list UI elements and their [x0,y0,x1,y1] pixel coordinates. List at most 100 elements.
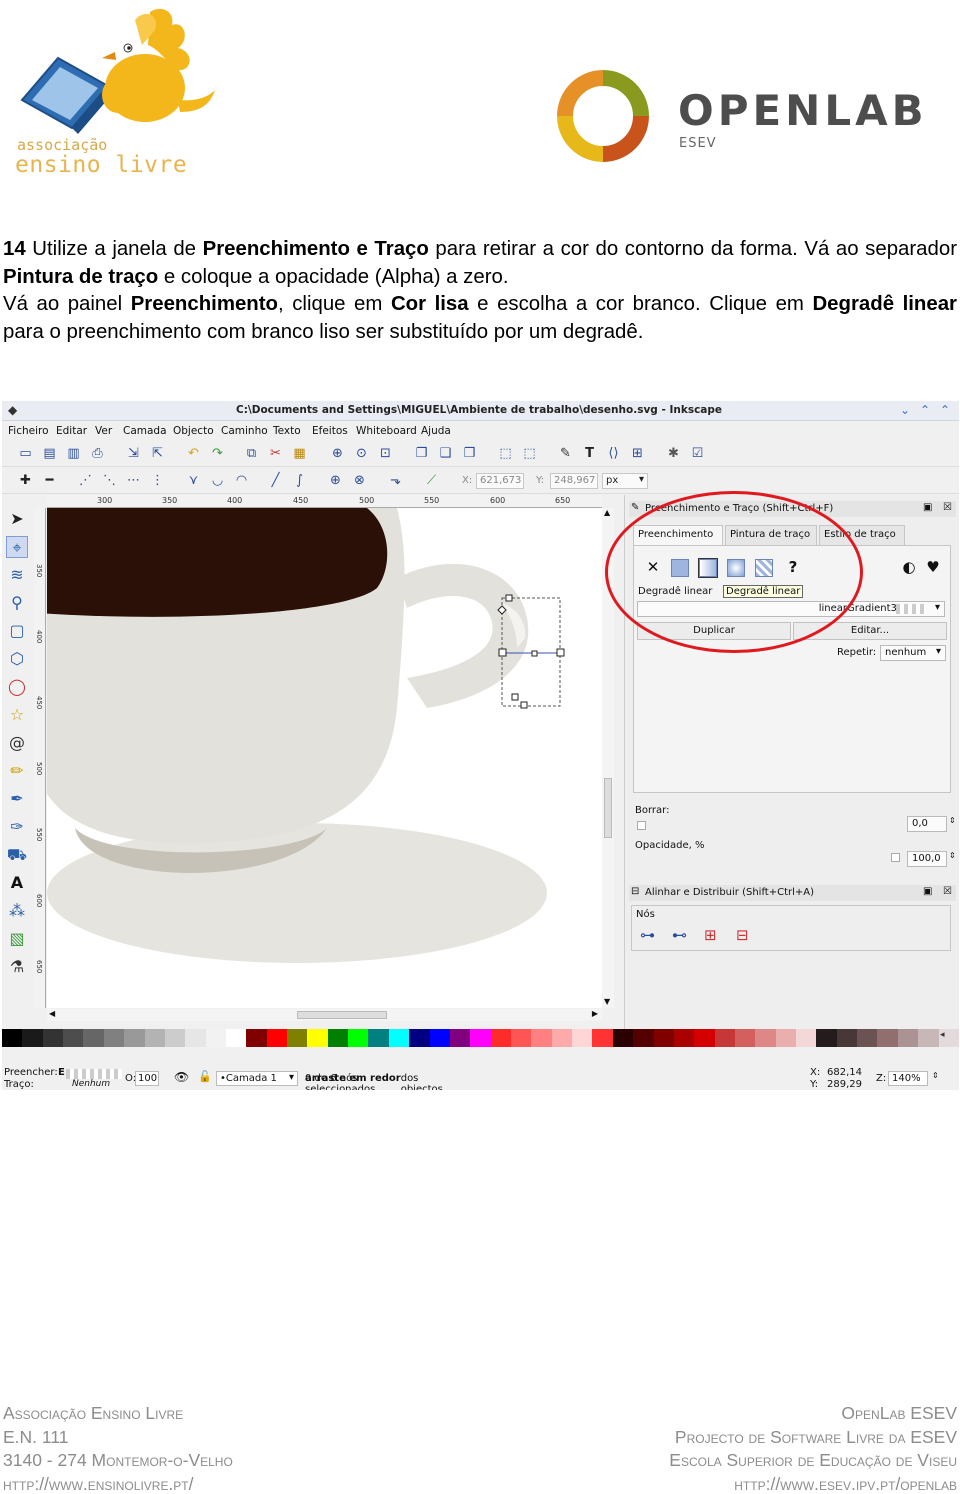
cup-handle-shape[interactable] [397,563,529,708]
preferences-icon[interactable]: ✱ [666,447,681,461]
align-nodes-horizontal-icon[interactable]: ⊶ [640,926,655,944]
dialog-collapse-icon[interactable]: ▣ [923,886,932,897]
palette-swatch[interactable] [185,1029,206,1047]
join-nodes-icon[interactable]: ⋰ [78,474,93,488]
palette-swatch[interactable] [531,1029,552,1047]
menu-ficheiro[interactable]: Ficheiro [8,425,49,437]
insert-node-icon[interactable]: ✚ [18,474,33,488]
break-path-icon[interactable]: ⋱ [102,474,117,488]
zoom-drawing-icon[interactable]: ⊙ [354,447,369,461]
palette-swatch[interactable] [470,1029,491,1047]
zoom-page-icon[interactable]: ⊡ [378,447,393,461]
fill-swatch[interactable] [66,1069,122,1079]
palette-swatch[interactable] [287,1029,308,1047]
calligraphy-tool-icon[interactable]: ✑ [6,816,28,838]
menu-efeitos[interactable]: Efeitos [312,425,348,437]
node-handle[interactable] [511,693,519,701]
palette-swatch[interactable] [327,1029,349,1047]
delete-node-icon[interactable]: ━ [42,474,57,488]
blur-field[interactable]: 0,0 [907,816,947,832]
palette-swatch[interactable] [2,1029,23,1047]
export-icon[interactable]: ⇱ [150,447,165,461]
gradient-mid-handle[interactable] [531,650,538,657]
color-palette[interactable] [2,1029,959,1047]
3d-box-tool-icon[interactable]: ⬡ [6,648,28,670]
spiral-tool-icon[interactable]: @ [6,732,28,754]
fill-rule-nonzero-icon[interactable]: ♥ [923,557,943,577]
opacity-status-field[interactable]: 100 [135,1071,159,1086]
palette-swatch[interactable] [734,1029,756,1047]
palette-swatch[interactable] [144,1029,165,1047]
next-path-effect-icon[interactable]: ⬎ [388,474,403,488]
copy-icon[interactable]: ⧉ [244,447,259,461]
tweak-tool-icon[interactable]: ≋ [6,564,28,586]
palette-swatch[interactable] [897,1029,919,1047]
pen-tool-icon[interactable]: ✒ [6,788,28,810]
distribute-nodes-vertical-icon[interactable]: ⊟ [736,926,749,944]
layer-select[interactable]: •Camada 1 ▾ [216,1071,298,1086]
palette-swatch[interactable] [714,1029,735,1047]
opacity-field[interactable]: 100,0 [907,851,947,867]
ungroup-icon[interactable]: ⬚ [522,447,537,461]
scroll-down-icon[interactable]: ▼ [604,997,610,1006]
node-handle[interactable] [505,594,513,602]
xml-editor-icon[interactable]: ⟨⟩ [606,447,621,461]
palette-swatch[interactable] [653,1029,674,1047]
stroke-indicator-value[interactable]: Nenhum [72,1079,110,1089]
text-font-icon[interactable]: T [582,447,597,461]
palette-swatch[interactable] [592,1029,613,1047]
palette-swatch[interactable] [42,1029,64,1047]
fill-rule-evenodd-icon[interactable]: ◐ [899,557,919,577]
menu-whiteboard[interactable]: Whiteboard [356,425,417,437]
palette-swatch[interactable] [877,1029,898,1047]
palette-swatch[interactable] [857,1029,878,1047]
selector-tool-icon[interactable]: ➤ [6,508,28,530]
node-tool-icon[interactable]: ⌖ [6,536,28,558]
drawing-canvas[interactable] [47,508,602,1008]
palette-swatch[interactable] [429,1029,450,1047]
object-to-path-icon[interactable]: ⊕ [328,474,343,488]
import-icon[interactable]: ⇲ [126,447,141,461]
maximize-icon[interactable]: ⌃ [920,403,930,417]
menu-ver[interactable]: Ver [95,425,112,437]
palette-swatch[interactable] [918,1029,939,1047]
palette-swatch[interactable] [510,1029,532,1047]
fill-stroke-icon[interactable]: ✎ [558,447,573,461]
horizontal-scroll-thumb[interactable] [297,1011,387,1019]
stroke-to-path-icon[interactable]: ⊗ [352,474,367,488]
paint-bucket-tool-icon[interactable]: ⛟ [6,844,28,866]
menu-editar[interactable]: Editar [56,425,87,437]
star-tool-icon[interactable]: ☆ [6,704,28,726]
palette-swatch[interactable] [694,1029,715,1047]
print-icon[interactable]: ⎙ [90,447,105,461]
palette-swatch[interactable] [368,1029,389,1047]
palette-swatch[interactable] [103,1029,125,1047]
dialog-close-icon[interactable]: ☒ [943,502,952,513]
palette-swatch[interactable] [633,1029,654,1047]
palette-swatch[interactable] [836,1029,858,1047]
rectangle-tool-icon[interactable]: ▢ [6,620,28,642]
zoom-spinner-icon[interactable]: ⇕ [932,1071,939,1080]
footer-url-left[interactable]: http://www.ensinolivre.pt/ [3,1473,233,1494]
palette-swatch[interactable] [164,1029,186,1047]
menu-objecto[interactable]: Objecto [173,425,214,437]
coffee-surface-shape[interactable] [47,508,388,617]
segment-curve-icon[interactable]: ∫ [292,474,307,488]
menu-texto[interactable]: Texto [273,425,301,437]
undo-icon[interactable]: ↶ [186,447,201,461]
footer-url-right[interactable]: http://www.esev.ipv.pt/openlab [669,1473,957,1494]
distribute-nodes-horizontal-icon[interactable]: ⊞ [704,926,717,944]
palette-swatch[interactable] [205,1029,226,1047]
align-nodes-vertical-icon[interactable]: ⊷ [672,926,687,944]
scroll-up-icon[interactable]: ▲ [604,508,610,517]
palette-swatch[interactable] [83,1029,104,1047]
new-document-icon[interactable]: ▭ [18,447,33,461]
pencil-tool-icon[interactable]: ✏ [6,760,28,782]
cusp-node-icon[interactable]: ⋎ [186,474,201,488]
blur-slider[interactable] [637,821,937,830]
zoom-tool-icon[interactable]: ⚲ [6,592,28,614]
spray-tool-icon[interactable]: ⁂ [6,900,28,922]
palette-swatch[interactable] [816,1029,837,1047]
scroll-right-icon[interactable]: ▶ [592,1009,598,1018]
gradient-end-handle[interactable] [556,648,565,657]
